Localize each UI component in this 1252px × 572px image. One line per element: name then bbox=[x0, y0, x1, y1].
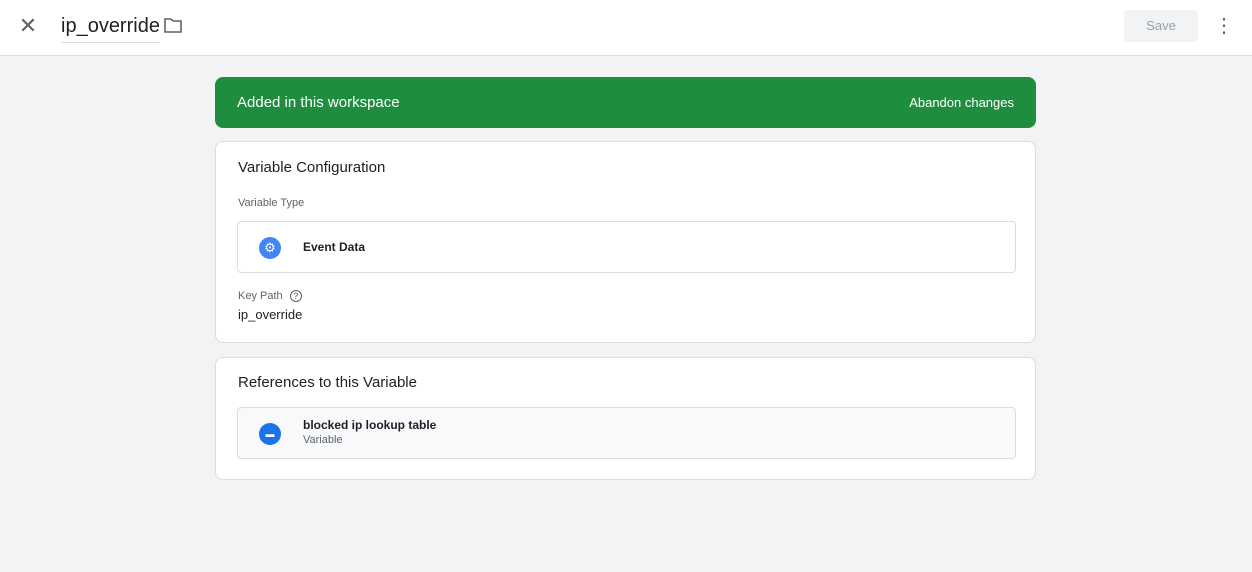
save-button[interactable]: Save bbox=[1124, 10, 1198, 42]
folder-icon[interactable] bbox=[164, 18, 182, 33]
top-bar: ✕ ip_override Save ⋮ bbox=[0, 0, 1252, 56]
more-vert-icon[interactable]: ⋮ bbox=[1214, 14, 1234, 38]
key-path-value[interactable]: ip_override bbox=[238, 307, 302, 322]
variable-configuration-card[interactable]: Variable Configuration Variable Type ⚙ E… bbox=[215, 141, 1036, 343]
references-card: References to this Variable ▬ blocked ip… bbox=[215, 357, 1036, 480]
variable-type-value: Event Data bbox=[303, 240, 366, 254]
workspace-status-banner: Added in this workspace Abandon changes bbox=[215, 77, 1036, 128]
help-icon[interactable]: ? bbox=[289, 290, 302, 302]
reference-item[interactable]: ▬ blocked ip lookup table Variable bbox=[237, 407, 1016, 459]
close-icon[interactable]: ✕ bbox=[16, 14, 40, 38]
card-heading: References to this Variable bbox=[238, 374, 417, 391]
gear-icon: ⚙ bbox=[259, 237, 281, 259]
status-text: Added in this workspace bbox=[237, 94, 400, 111]
key-path-label: Key Path ? bbox=[238, 290, 302, 302]
variable-name-input[interactable]: ip_override bbox=[61, 15, 160, 43]
reference-name: blocked ip lookup table bbox=[303, 418, 437, 432]
variable-type-label: Variable Type bbox=[238, 197, 305, 209]
card-heading: Variable Configuration bbox=[238, 159, 386, 176]
reference-type: Variable bbox=[303, 434, 343, 446]
variable-type-selector[interactable]: ⚙ Event Data bbox=[237, 221, 1016, 273]
variable-block-icon: ▬ bbox=[259, 423, 281, 445]
abandon-changes-button[interactable]: Abandon changes bbox=[909, 95, 1014, 110]
